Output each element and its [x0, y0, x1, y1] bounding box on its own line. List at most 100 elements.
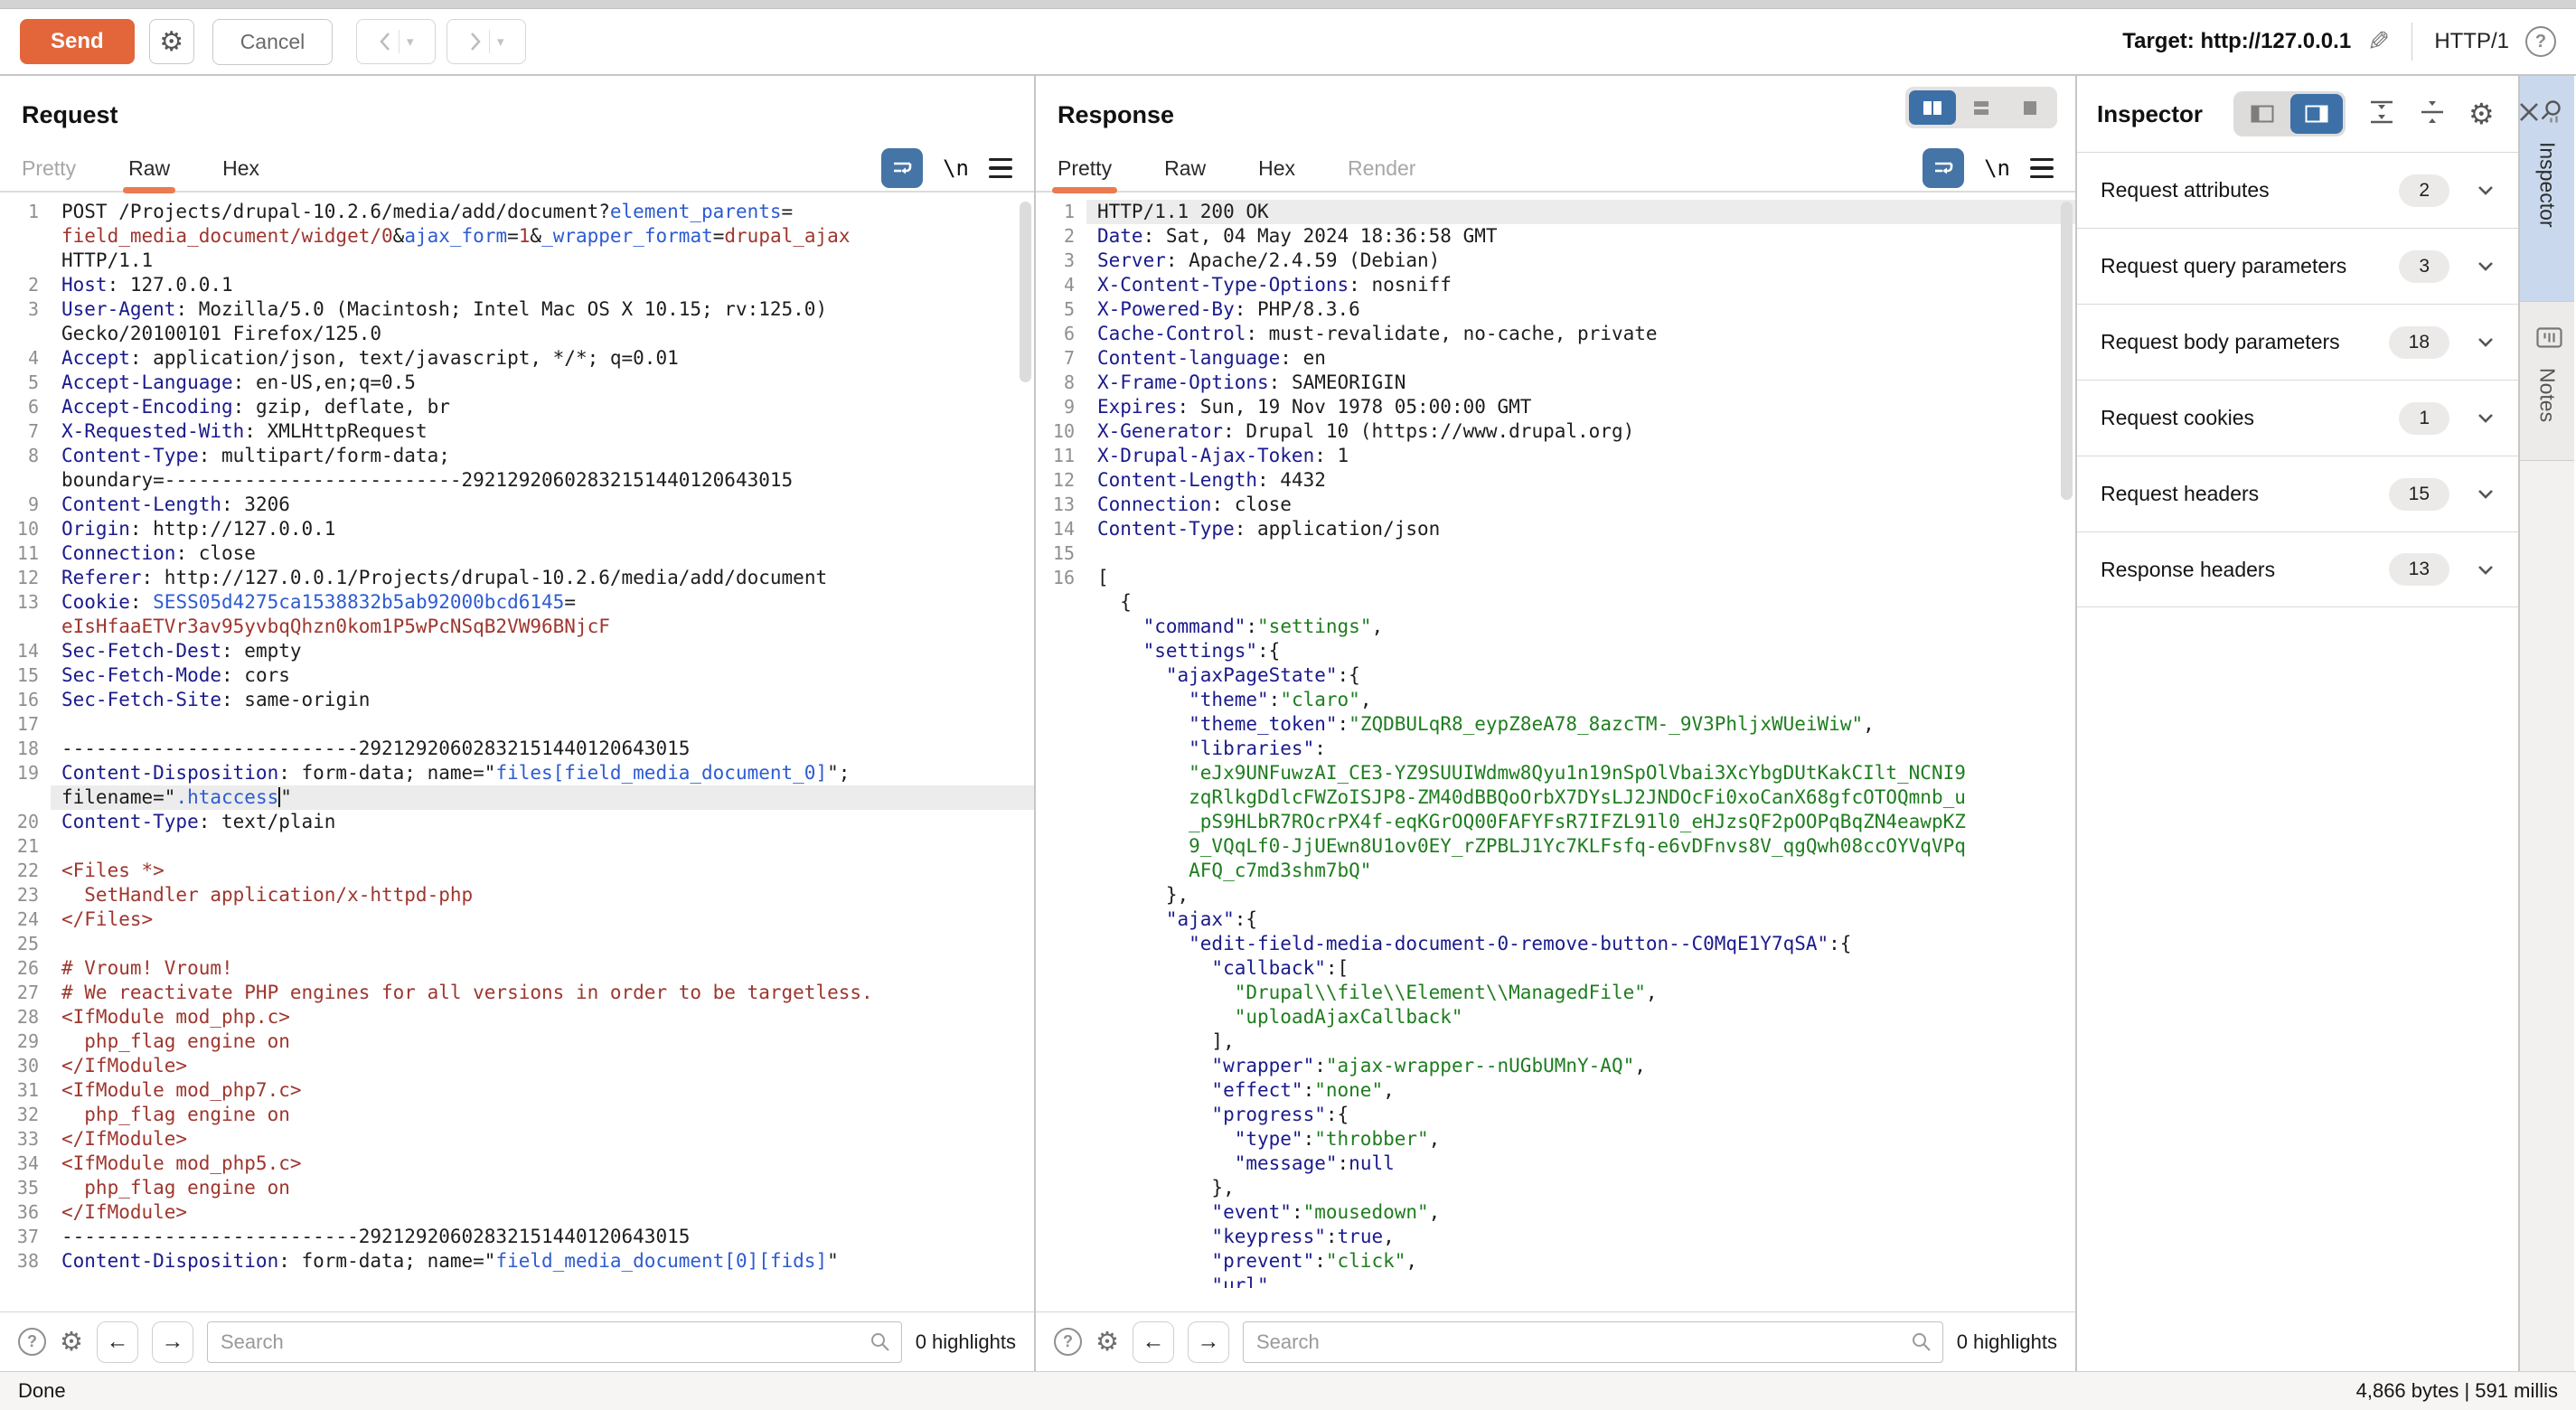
inspector-section-request-cookies[interactable]: Request cookies1	[2077, 380, 2518, 456]
request-search-input[interactable]	[207, 1321, 902, 1363]
line-content: },	[1086, 1176, 2075, 1200]
chevron-down-icon	[2477, 184, 2495, 196]
request-scrollbar[interactable]	[1020, 202, 1031, 382]
search-prev-button[interactable]: ←	[97, 1321, 138, 1363]
inspector-section-response-headers[interactable]: Response headers13	[2077, 531, 2518, 607]
line-content: eIsHfaaETVr3av95yvbqQhzn0kom1P5wPcNSqB2V…	[51, 615, 1034, 639]
inspector-header: Inspector	[2077, 76, 2518, 152]
request-tab-raw[interactable]: Raw	[128, 145, 170, 192]
dock-right-button[interactable]	[2290, 94, 2343, 134]
help-icon[interactable]: ?	[2525, 26, 2556, 57]
http-version-label[interactable]: HTTP/1	[2434, 29, 2509, 54]
show-newlines-button[interactable]: \n	[1984, 155, 2010, 181]
inspector-tab-icon	[2532, 99, 2563, 126]
editor-line: 5Accept-Language: en-US,en;q=0.5	[0, 371, 1034, 395]
search-help-icon[interactable]: ?	[1054, 1328, 1082, 1356]
request-tab-hex[interactable]: Hex	[222, 145, 259, 192]
line-number: 16	[0, 688, 51, 712]
editor-menu-button[interactable]	[989, 158, 1012, 179]
search-help-icon[interactable]: ?	[18, 1328, 46, 1356]
search-settings-icon[interactable]: ⚙	[1095, 1326, 1119, 1358]
response-tab-render[interactable]: Render	[1348, 145, 1415, 192]
response-highlights-count: 0 highlights	[1957, 1330, 2057, 1354]
response-tab-hex[interactable]: Hex	[1258, 145, 1295, 192]
editor-line: 1HTTP/1.1 200 OK	[1036, 200, 2075, 224]
expand-all-button[interactable]	[2367, 99, 2396, 130]
status-left: Done	[18, 1379, 66, 1403]
line-number: 10	[1036, 419, 1086, 444]
layout-single-button[interactable]	[2007, 90, 2054, 125]
editor-line: 16[	[1036, 566, 2075, 590]
response-editor[interactable]: 1HTTP/1.1 200 OK2Date: Sat, 04 May 2024 …	[1036, 193, 2075, 1311]
line-content: Cache-Control: must-revalidate, no-cache…	[1086, 322, 2075, 346]
inspector-dock-toggle	[2233, 91, 2346, 136]
request-tabs-row: Pretty Raw Hex \n	[0, 146, 1034, 193]
editor-line: 35 php_flag engine on	[0, 1176, 1034, 1200]
search-icon	[870, 1331, 891, 1353]
side-tab-notes[interactable]: Notes	[2520, 302, 2574, 461]
editor-line: 31<IfModule mod_php7.c>	[0, 1078, 1034, 1103]
line-content: Accept-Encoding: gzip, deflate, br	[51, 395, 1034, 419]
line-content: "theme_token":"ZQDBULqR8_eypZ8eA78_8azcT…	[1086, 712, 2075, 737]
word-wrap-toggle[interactable]	[881, 148, 923, 188]
line-number: 11	[1036, 444, 1086, 468]
line-content: <IfModule mod_php7.c>	[51, 1078, 1034, 1103]
editor-line: 26# Vroum! Vroum!	[0, 956, 1034, 981]
inspector-section-request-query-parameters[interactable]: Request query parameters3	[2077, 228, 2518, 304]
editor-menu-button[interactable]	[2030, 158, 2054, 179]
line-number: 15	[0, 663, 51, 688]
inspector-settings-button[interactable]: ⚙	[2468, 97, 2495, 131]
search-settings-icon[interactable]: ⚙	[60, 1326, 83, 1358]
send-settings-button[interactable]: ⚙	[149, 19, 194, 64]
search-prev-button[interactable]: ←	[1133, 1321, 1174, 1363]
back-request-button[interactable]: ▾	[356, 19, 436, 64]
section-label: Request headers	[2101, 482, 2389, 506]
line-content: "eJx9UNFuwzAI_CE3-YZ9SUUIWdmw8Qyu1n19nSp…	[1086, 761, 2075, 785]
line-content: "theme":"claro",	[1086, 688, 2075, 712]
line-content: Cookie: SESS05d4275ca1538832b5ab92000bcd…	[51, 590, 1034, 615]
send-button[interactable]: Send	[20, 19, 135, 64]
line-number: 5	[0, 371, 51, 395]
inspector-section-request-headers[interactable]: Request headers15	[2077, 456, 2518, 531]
response-scrollbar[interactable]	[2061, 202, 2073, 500]
editor-line: "edit-field-media-document-0-remove-butt…	[1036, 932, 2075, 956]
request-editor[interactable]: 1POST /Projects/drupal-10.2.6/media/add/…	[0, 193, 1034, 1311]
layout-columns-button[interactable]	[1909, 90, 1956, 125]
edit-target-pencil-icon[interactable]: ✎	[2367, 26, 2390, 58]
editor-line: "url"	[1036, 1274, 2075, 1288]
collapse-all-button[interactable]	[2418, 99, 2447, 130]
forward-request-button[interactable]: ▾	[447, 19, 526, 64]
cancel-button[interactable]: Cancel	[212, 19, 334, 65]
request-tab-pretty[interactable]: Pretty	[22, 145, 76, 192]
editor-line: boundary=--------------------------29212…	[0, 468, 1034, 493]
search-next-button[interactable]: →	[1188, 1321, 1229, 1363]
show-newlines-button[interactable]: \n	[943, 155, 969, 181]
editor-line: 2Host: 127.0.0.1	[0, 273, 1034, 297]
response-tab-pretty[interactable]: Pretty	[1058, 145, 1112, 192]
line-content: Date: Sat, 04 May 2024 18:36:58 GMT	[1086, 224, 2075, 249]
response-editor-lines: 1HTTP/1.1 200 OK2Date: Sat, 04 May 2024 …	[1036, 200, 2075, 1288]
line-number: 8	[0, 444, 51, 468]
section-label: Request attributes	[2101, 178, 2399, 202]
search-next-button[interactable]: →	[152, 1321, 193, 1363]
inspector-section-request-body-parameters[interactable]: Request body parameters18	[2077, 304, 2518, 380]
response-tab-raw[interactable]: Raw	[1164, 145, 1206, 192]
section-count-badge: 15	[2389, 478, 2449, 511]
editor-line: 9_VQqLf0-JjUEwn8U1ov0EY_rZPBLJ1Yc7KLFsfq…	[1036, 834, 2075, 859]
editor-line: "callback":[	[1036, 956, 2075, 981]
response-search-input[interactable]	[1243, 1321, 1943, 1363]
inspector-section-request-attributes[interactable]: Request attributes2	[2077, 152, 2518, 228]
line-number	[0, 224, 51, 249]
line-content: </IfModule>	[51, 1200, 1034, 1225]
dock-left-button[interactable]	[2236, 94, 2289, 134]
word-wrap-toggle[interactable]	[1923, 148, 1964, 188]
divider	[399, 30, 400, 53]
line-number: 35	[0, 1176, 51, 1200]
editor-line: 21	[0, 834, 1034, 859]
line-content: "url"	[1086, 1274, 2075, 1288]
layout-rows-button[interactable]	[1958, 90, 2005, 125]
line-number	[1036, 737, 1086, 761]
dropdown-caret-icon: ▾	[407, 33, 414, 50]
status-right: 4,866 bytes | 591 millis	[2356, 1379, 2558, 1403]
line-number: 17	[0, 712, 51, 737]
